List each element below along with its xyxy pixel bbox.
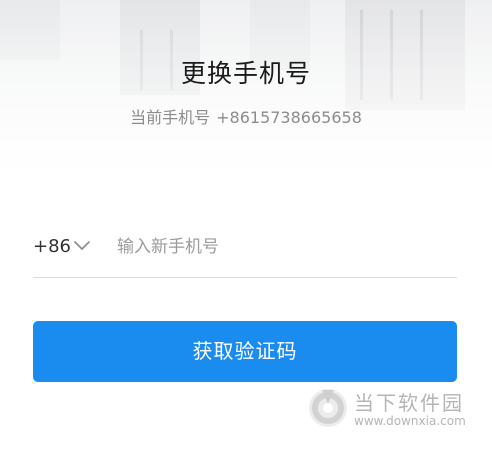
new-phone-input[interactable]	[117, 232, 447, 262]
header-background	[0, 0, 492, 190]
watermark-url: www.downxia.com	[354, 414, 466, 428]
page-title: 更换手机号	[180, 59, 311, 88]
country-code-selector[interactable]: +86	[33, 236, 71, 257]
get-verification-code-button[interactable]: 获取验证码	[33, 321, 457, 382]
current-phone-info: 当前手机号 +8615738665658	[0, 104, 492, 128]
chevron-down-icon[interactable]	[73, 239, 91, 253]
current-phone-number: +8615738665658	[216, 108, 362, 127]
current-phone-label: 当前手机号	[130, 108, 211, 127]
watermark-name: 当下软件园	[354, 391, 464, 415]
downxia-logo-icon	[309, 389, 347, 427]
new-phone-row: +86	[33, 222, 457, 278]
